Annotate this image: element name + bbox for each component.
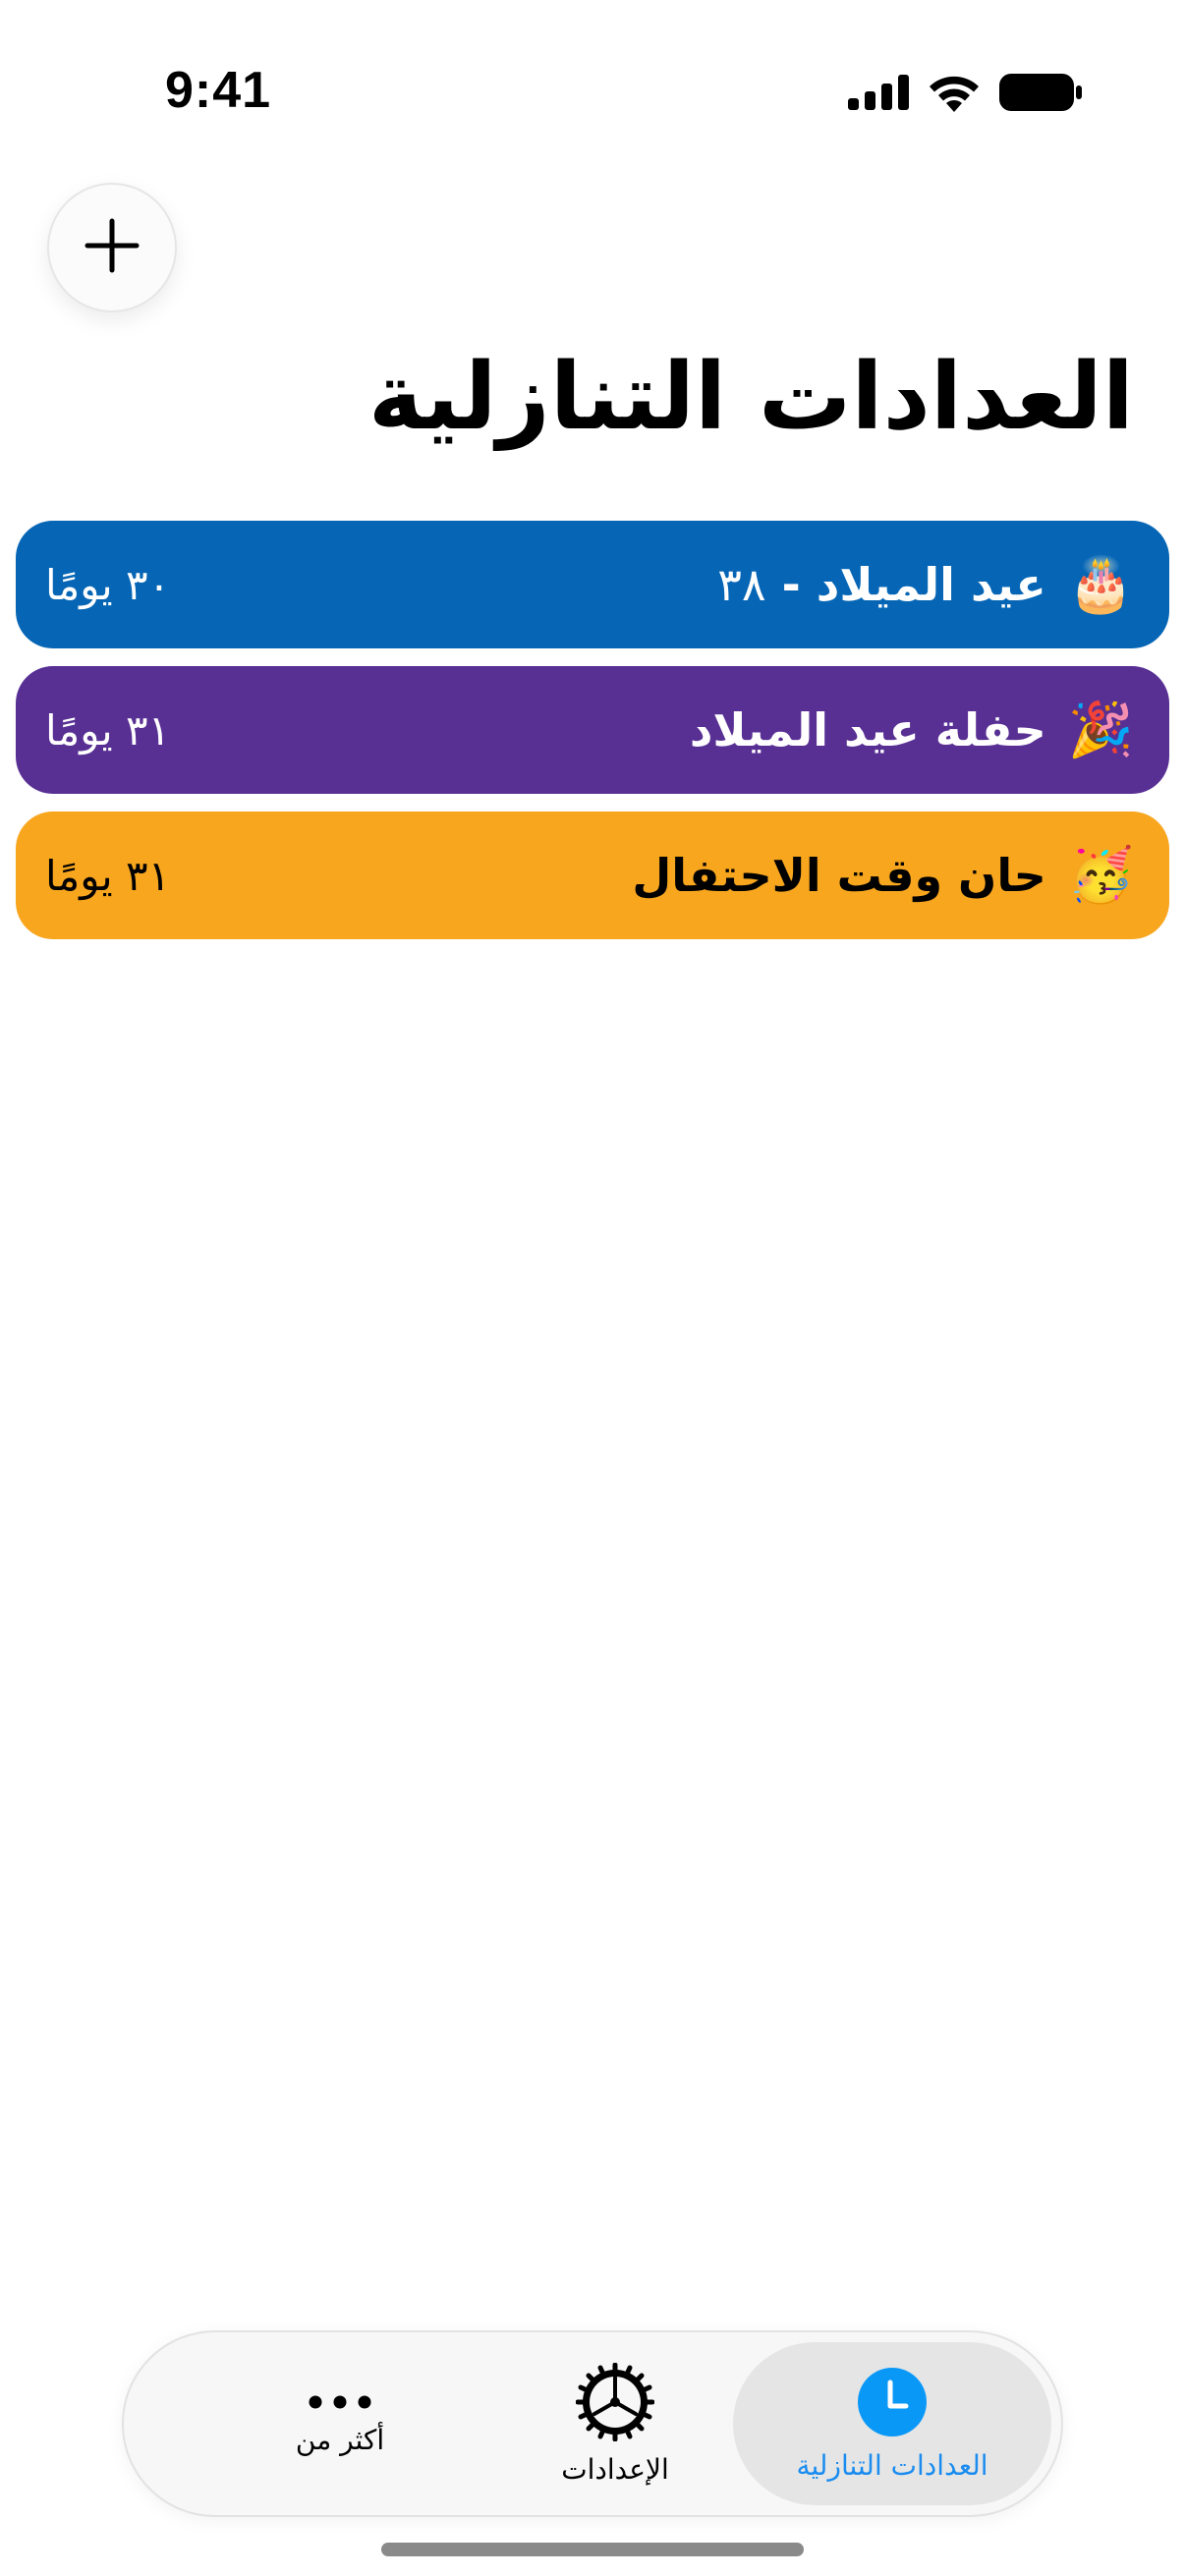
status-bar: 9:41 xyxy=(0,0,1185,196)
status-time: 9:41 xyxy=(165,62,272,119)
more-icon xyxy=(306,2392,374,2416)
countdown-days: ٣١ يومًا xyxy=(45,851,171,900)
plus-icon xyxy=(85,218,140,277)
cake-icon: 🎂 xyxy=(1067,553,1134,615)
countdown-name: 🎂 عيد الميلاد - ٣٨ xyxy=(717,521,1134,648)
countdown-title: عيد الميلاد - ٣٨ xyxy=(717,558,1046,611)
countdown-age: ٣٨ xyxy=(717,558,766,611)
tab-label: الإعدادات xyxy=(561,2452,669,2486)
tab-settings[interactable]: الإعدادات xyxy=(517,2342,713,2505)
gear-icon xyxy=(575,2362,655,2445)
countdown-name: 🥳 حان وقت الاحتفال xyxy=(632,812,1134,939)
home-indicator xyxy=(381,2543,804,2556)
countdown-days: ٣٠ يومًا xyxy=(45,560,171,609)
countdown-title: حان وقت الاحتفال xyxy=(632,849,1046,902)
tab-more[interactable]: أكثر من xyxy=(242,2342,438,2505)
clock-icon xyxy=(857,2367,928,2441)
countdown-days: ٣١ يومًا xyxy=(45,705,171,755)
countdown-row-party[interactable]: 🎉 حفلة عيد الميلاد ٣١ يومًا xyxy=(16,666,1169,794)
wifi-icon xyxy=(927,73,982,116)
countdown-list: 🎂 عيد الميلاد - ٣٨ ٣٠ يومًا 🎉 حفلة عيد ا… xyxy=(16,521,1169,957)
tab-bar: العدادات التنازلية الإعدادات أكثر من xyxy=(122,2330,1063,2517)
add-countdown-button[interactable] xyxy=(47,183,177,312)
countdown-name: 🎉 حفلة عيد الميلاد xyxy=(690,666,1134,794)
countdown-row-celebration[interactable]: 🥳 حان وقت الاحتفال ٣١ يومًا xyxy=(16,812,1169,939)
tab-label: أكثر من xyxy=(295,2423,385,2456)
countdown-row-birthday[interactable]: 🎂 عيد الميلاد - ٣٨ ٣٠ يومًا xyxy=(16,521,1169,648)
status-icons xyxy=(848,73,1082,116)
tab-label: العدادات التنازلية xyxy=(796,2448,988,2482)
tab-countdowns[interactable]: العدادات التنازلية xyxy=(733,2342,1051,2505)
partying-face-icon: 🥳 xyxy=(1067,844,1134,906)
page-title: العدادات التنازلية xyxy=(367,344,1134,451)
party-popper-icon: 🎉 xyxy=(1067,699,1134,760)
battery-icon xyxy=(999,74,1082,115)
signal-icon xyxy=(848,75,909,114)
countdown-title: حفلة عيد الميلاد xyxy=(689,703,1046,756)
